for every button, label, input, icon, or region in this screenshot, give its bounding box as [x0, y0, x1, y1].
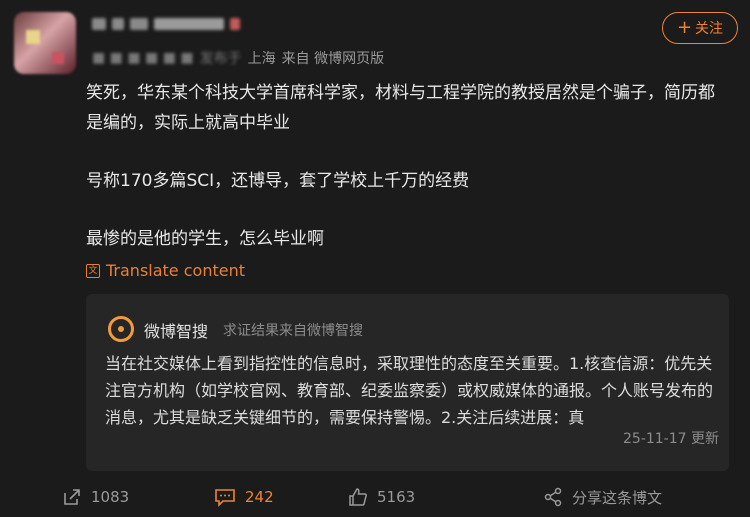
like-button[interactable]: 5163	[348, 484, 415, 510]
username-blurred[interactable]	[92, 18, 240, 30]
share-label: 分享这条博文	[572, 488, 663, 507]
card-subtitle: 求证结果来自微博智搜	[223, 323, 363, 339]
repost-count: 1083	[91, 488, 130, 506]
blur-block	[154, 18, 224, 30]
comment-count: 242	[245, 488, 274, 506]
location-prefix: 发布于	[199, 51, 242, 67]
thumbs-up-icon	[349, 488, 367, 506]
avatar-pixel	[52, 52, 64, 64]
plus-icon: +	[676, 17, 693, 38]
action-bar: 1083 242 5163 分享这条博文	[0, 484, 750, 510]
avatar[interactable]	[14, 12, 76, 74]
post-content: 笑死，华东某个科技大学首席科学家，材料与工程学院的教授居然是个骗子，简历都是编的…	[86, 78, 726, 254]
post-line: 号称170多篇SCI，还博导，套了学校上千万的经费	[86, 171, 470, 191]
follow-label: 关注	[695, 21, 724, 37]
like-count: 5163	[377, 488, 416, 506]
post-line: 笑死，华东某个科技大学首席科学家，材料与工程学院的教授居然是个骗子，简历都是编的…	[86, 83, 715, 133]
blur-block	[130, 18, 148, 30]
post-line: 最惨的是他的学生，怎么毕业啊	[86, 229, 324, 249]
translate-icon: 文	[86, 263, 100, 278]
smart-search-logo-icon	[108, 316, 134, 342]
card-body: 当在社交媒体上看到指控性的信息时，采取理性的态度至关重要。1.核查信源：优先关注…	[105, 354, 714, 427]
share-icon	[544, 487, 562, 507]
smart-search-card[interactable]: 微博智搜 求证结果来自微博智搜 当在社交媒体上看到指控性的信息时，采取理性的态度…	[86, 294, 729, 471]
blur-block	[230, 18, 240, 30]
blur-block	[92, 18, 106, 30]
translate-label: Translate content	[106, 261, 245, 280]
repost-button[interactable]: 1083	[62, 484, 129, 510]
share-button[interactable]: 分享这条博文	[543, 484, 662, 510]
source: 来自 微博网页版	[281, 51, 385, 67]
timestamp-blurred: ■ ■ ■ ■ ■ ■	[92, 50, 194, 66]
repost-icon	[64, 489, 80, 505]
comment-button[interactable]: 242	[214, 484, 274, 510]
avatar-pixel	[26, 30, 40, 44]
post-meta: ■ ■ ■ ■ ■ ■ 发布于 上海 来自 微博网页版	[92, 48, 384, 68]
card-date: 25-11-17 更新	[623, 431, 719, 447]
card-title: 微博智搜	[144, 322, 209, 341]
comment-icon	[215, 489, 235, 507]
location: 上海	[247, 51, 276, 67]
follow-button[interactable]: + 关注	[662, 12, 738, 44]
blur-block	[112, 18, 124, 30]
translate-link[interactable]: 文 Translate content	[86, 261, 245, 280]
